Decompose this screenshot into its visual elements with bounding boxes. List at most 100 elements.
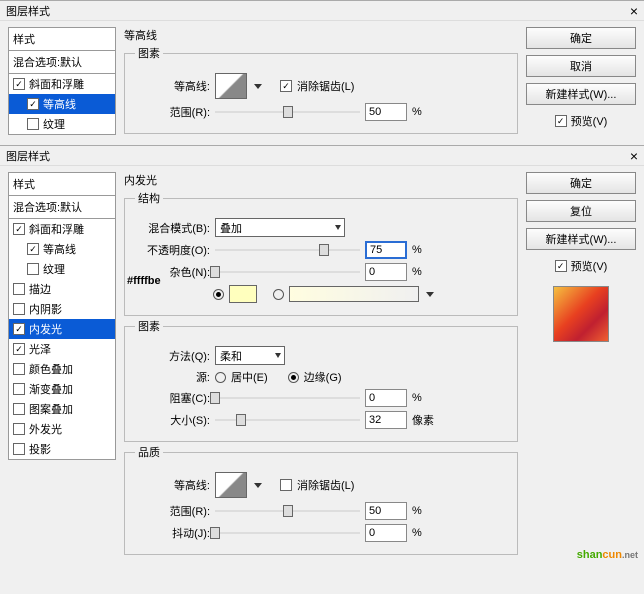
effect-checkbox[interactable] — [13, 223, 25, 235]
effect-item[interactable]: 纹理 — [9, 259, 115, 279]
preview-checkbox[interactable] — [555, 115, 567, 127]
jitter-input[interactable] — [365, 524, 407, 542]
effect-checkbox[interactable] — [27, 98, 39, 110]
jitter-slider[interactable] — [215, 525, 360, 541]
reset-button[interactable]: 复位 — [526, 200, 636, 222]
effects-list: 斜面和浮雕等高线纹理 — [8, 74, 116, 135]
effect-item[interactable]: 内阴影 — [9, 299, 115, 319]
effect-item[interactable]: 描边 — [9, 279, 115, 299]
preview-checkbox[interactable] — [555, 260, 567, 272]
chevron-down-icon[interactable] — [426, 292, 434, 297]
ok-button[interactable]: 确定 — [526, 172, 636, 194]
effect-label: 颜色叠加 — [29, 361, 73, 377]
contour-picker[interactable] — [215, 73, 247, 99]
range-slider[interactable] — [215, 104, 360, 120]
effect-label: 纹理 — [43, 261, 65, 277]
effect-item[interactable]: 光泽 — [9, 339, 115, 359]
gradient-radio[interactable] — [273, 289, 284, 300]
source-center-radio[interactable] — [215, 372, 226, 383]
size-slider[interactable] — [215, 412, 360, 428]
effect-checkbox[interactable] — [13, 403, 25, 415]
opacity-label: 不透明度(O): — [135, 242, 210, 258]
unit-percent: % — [412, 266, 422, 278]
button-panel: 确定 取消 新建样式(W)... 预览(V) — [526, 27, 636, 135]
contour-picker[interactable] — [215, 472, 247, 498]
effect-checkbox[interactable] — [13, 283, 25, 295]
effect-checkbox[interactable] — [13, 423, 25, 435]
effect-label: 等高线 — [43, 96, 76, 112]
color-radio[interactable] — [213, 289, 224, 300]
new-style-button[interactable]: 新建样式(W)... — [526, 83, 636, 105]
preview-thumbnail — [553, 286, 609, 342]
cancel-button[interactable]: 取消 — [526, 55, 636, 77]
effect-checkbox[interactable] — [27, 263, 39, 275]
unit-percent: % — [412, 392, 422, 404]
effect-item[interactable]: 渐变叠加 — [9, 379, 115, 399]
unit-percent: % — [412, 106, 422, 118]
effect-checkbox[interactable] — [13, 78, 25, 90]
source-edge-radio[interactable] — [288, 372, 299, 383]
effect-item[interactable]: 图案叠加 — [9, 399, 115, 419]
choke-input[interactable] — [365, 389, 407, 407]
elements-fieldset: 图素 等高线: 消除锯齿(L) 范围(R): % — [124, 45, 518, 134]
source-label: 源: — [135, 369, 210, 385]
gradient-picker[interactable] — [289, 286, 419, 302]
range-input[interactable] — [365, 103, 407, 121]
source-edge-label: 边缘(G) — [304, 369, 342, 385]
effect-item[interactable]: 等高线 — [9, 239, 115, 259]
effects-list: 斜面和浮雕等高线纹理描边内阴影内发光光泽颜色叠加渐变叠加图案叠加外发光投影 — [8, 219, 116, 460]
antialias-checkbox[interactable] — [280, 479, 292, 491]
size-input[interactable] — [365, 411, 407, 429]
effect-checkbox[interactable] — [27, 243, 39, 255]
size-label: 大小(S): — [135, 412, 210, 428]
settings-panel: 内发光 结构 混合模式(B): 叠加 不透明度(O): % 杂色(N): — [124, 172, 518, 555]
close-icon[interactable]: × — [630, 3, 638, 19]
effect-item[interactable]: 投影 — [9, 439, 115, 459]
quality-fieldset: 品质 等高线: 消除锯齿(L) 范围(R): % 抖动(J): — [124, 444, 518, 555]
effect-checkbox[interactable] — [13, 363, 25, 375]
method-label: 方法(Q): — [135, 348, 210, 364]
effect-checkbox[interactable] — [13, 303, 25, 315]
antialias-label: 消除锯齿(L) — [297, 477, 354, 493]
effect-item[interactable]: 颜色叠加 — [9, 359, 115, 379]
range-label: 范围(R): — [135, 104, 210, 120]
range-slider[interactable] — [215, 503, 360, 519]
effect-item[interactable]: 斜面和浮雕 — [9, 74, 115, 94]
effect-item[interactable]: 外发光 — [9, 419, 115, 439]
close-icon[interactable]: × — [630, 148, 638, 164]
opacity-slider[interactable] — [215, 242, 360, 258]
effect-item[interactable]: 等高线 — [9, 94, 115, 114]
effect-item[interactable]: 斜面和浮雕 — [9, 219, 115, 239]
noise-slider[interactable] — [215, 264, 360, 280]
titlebar: 图层样式 × — [0, 146, 644, 166]
new-style-button[interactable]: 新建样式(W)... — [526, 228, 636, 250]
noise-input[interactable] — [365, 263, 407, 281]
effect-checkbox[interactable] — [13, 443, 25, 455]
contour-label: 等高线: — [135, 78, 210, 94]
antialias-checkbox[interactable] — [280, 80, 292, 92]
button-panel: 确定 复位 新建样式(W)... 预览(V) — [526, 172, 636, 555]
method-select[interactable]: 柔和 — [215, 346, 285, 365]
effect-checkbox[interactable] — [13, 323, 25, 335]
effect-item[interactable]: 内发光 — [9, 319, 115, 339]
chevron-down-icon[interactable] — [254, 483, 262, 488]
style-list-panel: 样式 混合选项:默认 斜面和浮雕等高线纹理描边内阴影内发光光泽颜色叠加渐变叠加图… — [8, 172, 116, 555]
choke-slider[interactable] — [215, 390, 360, 406]
source-center-label: 居中(E) — [231, 369, 268, 385]
jitter-label: 抖动(J): — [135, 525, 210, 541]
blend-options[interactable]: 混合选项:默认 — [8, 51, 116, 74]
effect-item[interactable]: 纹理 — [9, 114, 115, 134]
fieldset-legend: 结构 — [135, 190, 163, 206]
unit-percent: % — [412, 527, 422, 539]
chevron-down-icon[interactable] — [254, 84, 262, 89]
ok-button[interactable]: 确定 — [526, 27, 636, 49]
blend-options[interactable]: 混合选项:默认 — [8, 196, 116, 219]
effect-checkbox[interactable] — [13, 343, 25, 355]
opacity-input[interactable] — [365, 241, 407, 259]
blendmode-select[interactable]: 叠加 — [215, 218, 345, 237]
effect-label: 光泽 — [29, 341, 51, 357]
effect-checkbox[interactable] — [13, 383, 25, 395]
range-input[interactable] — [365, 502, 407, 520]
color-swatch[interactable] — [229, 285, 257, 303]
effect-checkbox[interactable] — [27, 118, 39, 130]
